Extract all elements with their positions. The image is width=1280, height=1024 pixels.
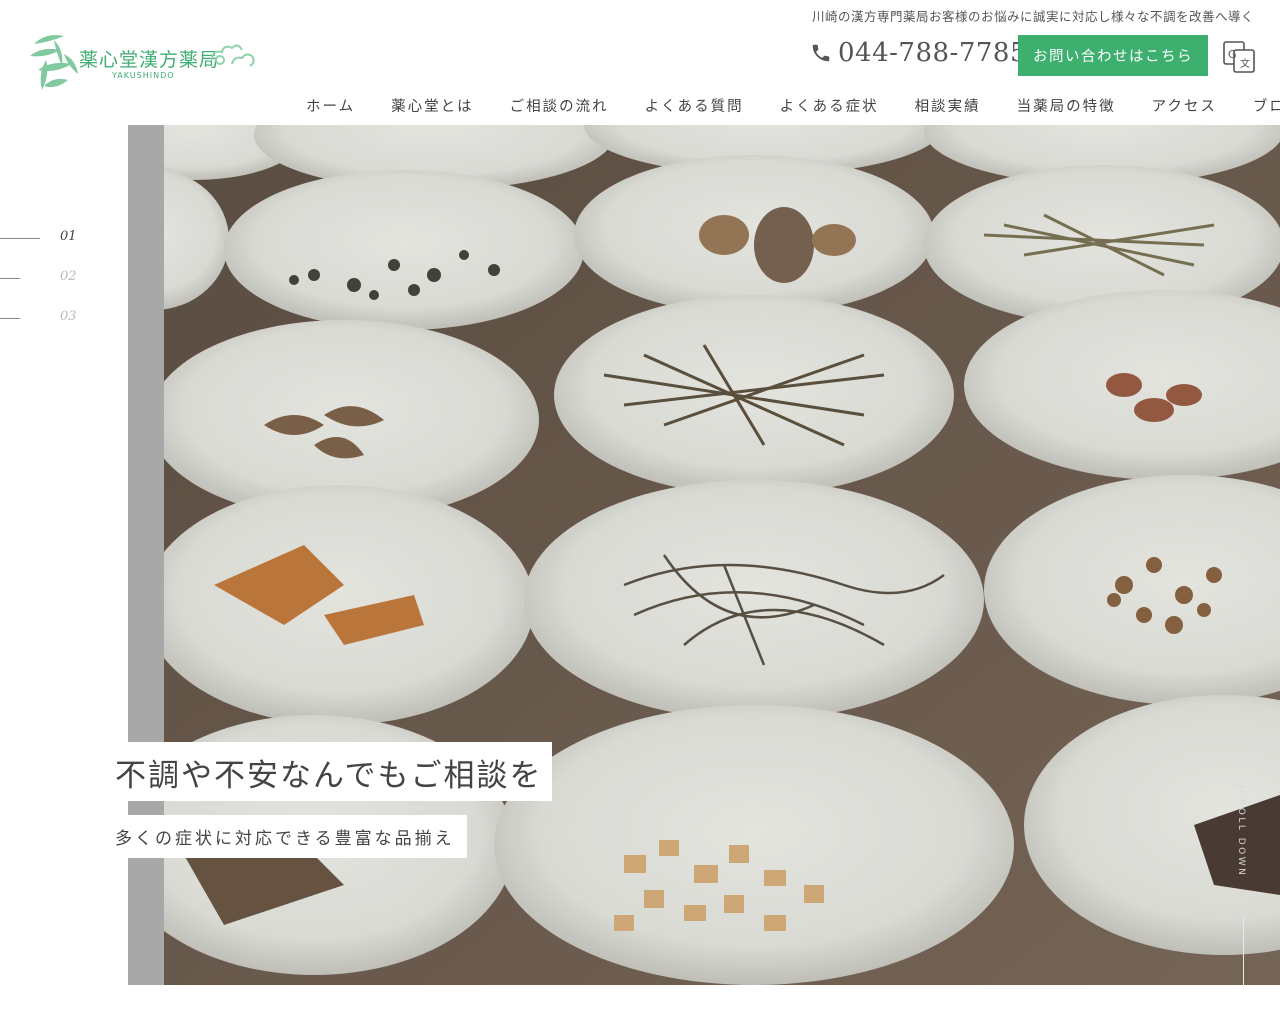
header-tagline: 川崎の漢方専門薬局お客様のお悩みに誠実に対応し様々な不調を改善へ導く bbox=[811, 9, 1254, 24]
hero-headline: 不調や不安なんでもご相談を bbox=[113, 742, 553, 801]
phone-number[interactable]: 044-788-7785 bbox=[810, 38, 1027, 68]
nav-item-access[interactable]: アクセス bbox=[1134, 95, 1235, 116]
slide-indicator-num: 03 bbox=[60, 309, 77, 324]
logo-text: 薬心堂漢方薬局 bbox=[79, 49, 220, 71]
nav-item-results[interactable]: 相談実績 bbox=[897, 95, 999, 116]
scroll-down-line bbox=[1243, 915, 1244, 985]
logo-subtext: YAKUSHINDO bbox=[112, 71, 175, 80]
svg-text:文: 文 bbox=[1240, 57, 1250, 70]
nav-item-consultation-flow[interactable]: ご相談の流れ bbox=[492, 95, 627, 116]
svg-text:G: G bbox=[1228, 48, 1237, 61]
phone-number-text: 044-788-7785 bbox=[838, 38, 1027, 68]
nav-item-blog[interactable]: ブログ bbox=[1235, 95, 1280, 116]
contact-button[interactable]: お問い合わせはこちら bbox=[1018, 35, 1208, 76]
nav-item-about[interactable]: 薬心堂とは bbox=[373, 95, 492, 116]
main-nav: ホーム 薬心堂とは ご相談の流れ よくある質問 よくある症状 相談実績 当薬局の… bbox=[288, 95, 1280, 116]
translate-icon[interactable]: G 文 bbox=[1222, 40, 1256, 74]
nav-item-symptoms[interactable]: よくある症状 bbox=[762, 95, 897, 116]
nav-item-faq[interactable]: よくある質問 bbox=[627, 95, 762, 116]
slide-indicator-num: 02 bbox=[60, 269, 77, 284]
nav-item-home[interactable]: ホーム bbox=[288, 95, 373, 116]
phone-icon bbox=[812, 44, 830, 62]
scroll-down-label[interactable]: SCROLL DOWN bbox=[1236, 782, 1246, 877]
site-logo[interactable]: 薬心堂漢方薬局 YAKUSHINDO bbox=[24, 30, 264, 96]
nav-item-features[interactable]: 当薬局の特徴 bbox=[999, 95, 1134, 116]
cloud-ornament-icon bbox=[211, 44, 255, 67]
hero-subline: 多くの症状に対応できる豊富な品揃え bbox=[113, 815, 467, 858]
slide-indicator-num: 01 bbox=[60, 229, 77, 244]
